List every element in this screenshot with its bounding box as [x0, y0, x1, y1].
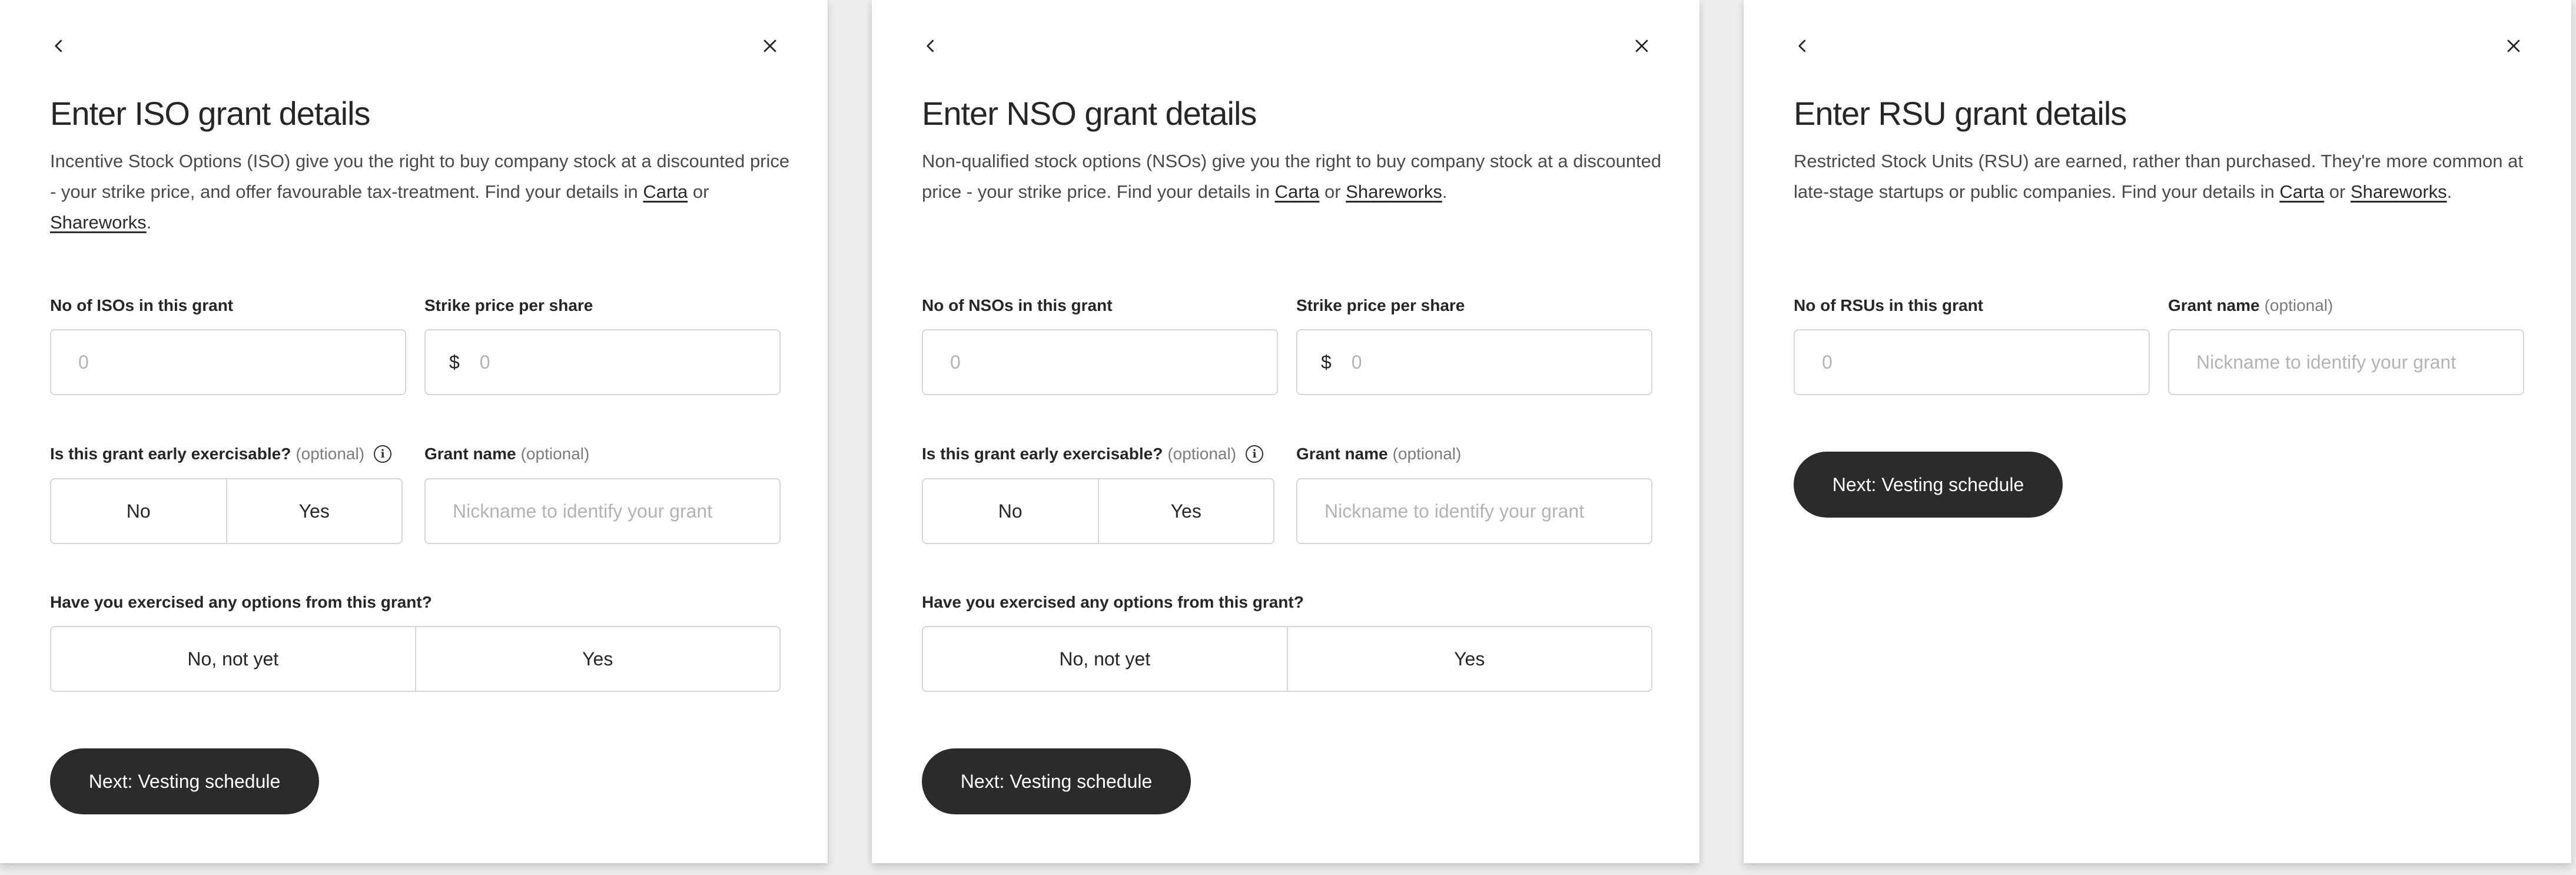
close-icon [1635, 39, 1648, 52]
next-vesting-schedule-button[interactable]: Next: Vesting schedule [922, 748, 1191, 814]
early-exercisable-no[interactable]: No [923, 479, 1098, 543]
carta-link[interactable]: Carta [1275, 181, 1320, 202]
currency-symbol: $ [449, 351, 460, 373]
early-exercisable-label-text: Is this grant early exercisable? [50, 445, 291, 463]
description-end: . [146, 212, 152, 233]
carta-link[interactable]: Carta [2279, 181, 2324, 202]
description-or: or [2324, 181, 2351, 202]
optional-hint: (optional) [520, 445, 590, 463]
grant-name-input[interactable]: Nickname to identify your grant [424, 478, 781, 544]
rsu-count-input[interactable]: 0 [1794, 329, 2150, 395]
nso-count-input[interactable]: 0 [922, 329, 1278, 395]
carta-link[interactable]: Carta [643, 181, 688, 202]
close-icon [763, 39, 776, 52]
exercised-no[interactable]: No, not yet [51, 627, 415, 691]
chevron-left-icon [1798, 39, 1806, 52]
nso-grant-panel: Enter NSO grant details Non-qualified st… [872, 0, 1699, 863]
currency-symbol: $ [1321, 351, 1332, 373]
strike-price-placeholder: 0 [1351, 351, 1362, 373]
early-exercisable-toggle: No Yes [922, 478, 1274, 544]
shareworks-link[interactable]: Shareworks [2351, 181, 2447, 202]
exercised-yes[interactable]: Yes [414, 627, 780, 691]
iso-grant-panel: Enter ISO grant details Incentive Stock … [0, 0, 828, 863]
strike-price-input[interactable]: $0 [1296, 329, 1652, 395]
iso-count-placeholder: 0 [78, 351, 89, 373]
info-icon[interactable]: i [374, 445, 392, 463]
grant-name-placeholder: Nickname to identify your grant [2196, 351, 2457, 373]
rsu-grant-panel: Enter RSU grant details Restricted Stock… [1744, 0, 2571, 863]
exercised-yes[interactable]: Yes [1286, 627, 1652, 691]
exercised-toggle: No, not yet Yes [50, 626, 781, 692]
next-vesting-schedule-button[interactable]: Next: Vesting schedule [50, 748, 319, 814]
next-vesting-schedule-button[interactable]: Next: Vesting schedule [1794, 452, 2063, 518]
description-or: or [1319, 181, 1346, 202]
strike-price-placeholder: 0 [479, 351, 490, 373]
nso-count-label: No of NSOs in this grant [922, 296, 1113, 314]
close-button[interactable] [2496, 28, 2531, 64]
grant-name-label: Grant name (optional) [1296, 445, 1461, 463]
strike-price-label: Strike price per share [1296, 296, 1465, 314]
optional-hint: (optional) [296, 445, 365, 463]
optional-hint: (optional) [1392, 445, 1462, 463]
close-button[interactable] [752, 28, 788, 64]
early-exercisable-no[interactable]: No [51, 479, 226, 543]
early-exercisable-label: Is this grant early exercisable? (optiona… [922, 445, 1264, 463]
page-title: Enter NSO grant details [922, 95, 1257, 132]
back-button[interactable] [41, 28, 77, 64]
exercised-label: Have you exercised any options from this… [922, 593, 1304, 611]
description: Non-qualified stock options (NSOs) give … [922, 146, 1667, 207]
early-exercisable-label-text: Is this grant early exercisable? [922, 445, 1163, 463]
early-exercisable-toggle: No Yes [50, 478, 403, 544]
info-icon[interactable]: i [1246, 445, 1264, 463]
description-or: or [688, 181, 709, 202]
description: Restricted Stock Units (RSU) are earned,… [1794, 146, 2538, 207]
early-exercisable-yes[interactable]: Yes [225, 479, 402, 543]
grant-name-label-text: Grant name [1296, 445, 1388, 463]
grant-name-placeholder: Nickname to identify your grant [1324, 500, 1585, 522]
grant-name-placeholder: Nickname to identify your grant [453, 500, 713, 522]
page-title: Enter ISO grant details [50, 95, 371, 132]
early-exercisable-yes[interactable]: Yes [1097, 479, 1274, 543]
strike-price-input[interactable]: $0 [424, 329, 781, 395]
iso-count-input[interactable]: 0 [50, 329, 406, 395]
back-button[interactable] [1785, 28, 1820, 64]
close-button[interactable] [1624, 28, 1659, 64]
optional-hint: (optional) [1167, 445, 1237, 463]
shareworks-link[interactable]: Shareworks [1346, 181, 1442, 202]
chevron-left-icon [927, 39, 934, 52]
exercised-no[interactable]: No, not yet [923, 627, 1287, 691]
description: Incentive Stock Options (ISO) give you t… [50, 146, 795, 238]
iso-count-label: No of ISOs in this grant [50, 296, 234, 314]
grant-name-label-text: Grant name [2168, 296, 2260, 314]
grant-name-label-text: Grant name [424, 445, 516, 463]
early-exercisable-label: Is this grant early exercisable? (optiona… [50, 445, 392, 463]
grant-name-input[interactable]: Nickname to identify your grant [1296, 478, 1652, 544]
rsu-count-label: No of RSUs in this grant [1794, 296, 1983, 314]
chevron-left-icon [55, 39, 62, 52]
description-end: . [2446, 181, 2452, 202]
page-title: Enter RSU grant details [1794, 95, 2127, 132]
exercised-label: Have you exercised any options from this… [50, 593, 432, 611]
rsu-count-placeholder: 0 [1822, 351, 1833, 373]
shareworks-link[interactable]: Shareworks [50, 212, 147, 233]
nso-count-placeholder: 0 [950, 351, 961, 373]
description-end: . [1442, 181, 1448, 202]
optional-hint: (optional) [2264, 296, 2333, 314]
strike-price-label: Strike price per share [424, 296, 593, 314]
grant-name-label: Grant name (optional) [2168, 296, 2333, 315]
close-icon [2507, 39, 2520, 52]
grant-name-input[interactable]: Nickname to identify your grant [2168, 329, 2524, 395]
back-button[interactable] [913, 28, 948, 64]
grant-name-label: Grant name (optional) [424, 445, 589, 463]
exercised-toggle: No, not yet Yes [922, 626, 1652, 692]
